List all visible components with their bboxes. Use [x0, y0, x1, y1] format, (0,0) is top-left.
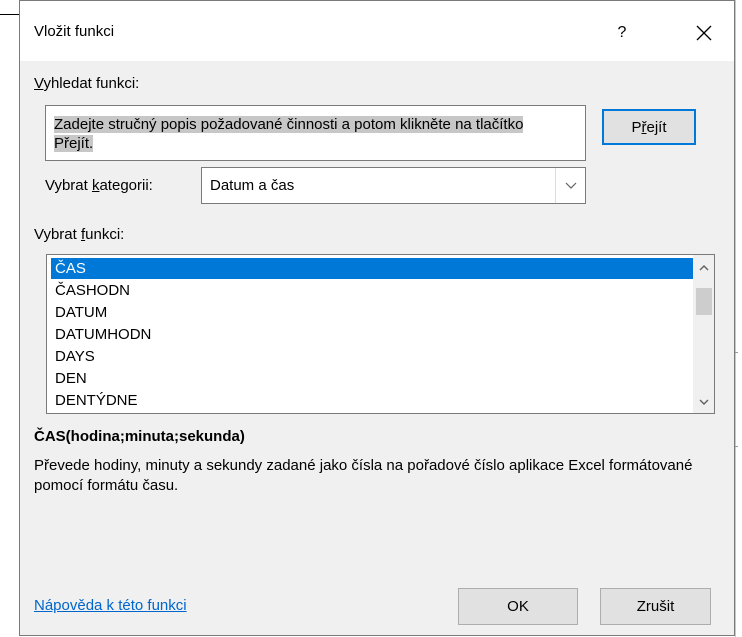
category-selected-value: Datum a čas [210, 177, 295, 194]
search-function-label: Vyhledat funkci: [34, 75, 140, 92]
title-bar: Vložit funkci ? [20, 1, 734, 61]
ok-button[interactable]: OK [458, 588, 578, 625]
list-item[interactable]: DEN [51, 368, 696, 389]
chevron-down-icon [699, 399, 708, 405]
function-description: Převede hodiny, minuty a sekundy zadané … [34, 457, 693, 494]
question-mark-icon: ? [617, 24, 627, 41]
go-button[interactable]: Přejít [602, 109, 696, 145]
function-listbox[interactable]: ČAS ČASHODN DATUM DATUMHODN DAYS DEN DEN… [46, 254, 715, 414]
dialog-title: Vložit funkci [34, 23, 115, 40]
insert-function-dialog: Vložit funkci ? Vyhledat funkci: Zadejte… [19, 0, 735, 636]
cancel-button-label: Zrušit [636, 598, 675, 615]
chevron-down-icon [565, 182, 576, 189]
help-button[interactable]: ? [600, 15, 644, 51]
search-function-text: Zadejte stručný popis požadované činnost… [54, 116, 524, 152]
list-item[interactable]: DATUMHODN [51, 324, 696, 345]
close-button[interactable] [682, 15, 726, 51]
category-select[interactable]: Datum a čas [201, 167, 586, 204]
function-list-scrollbar[interactable] [693, 255, 714, 413]
ok-button-label: OK [507, 598, 529, 615]
search-function-input[interactable]: Zadejte stručný popis požadované činnost… [45, 105, 586, 161]
scroll-thumb[interactable] [696, 288, 712, 315]
chevron-up-icon [699, 265, 708, 271]
list-item[interactable]: ČASHODN [51, 280, 696, 301]
list-item[interactable]: DENTÝDNE [51, 390, 696, 411]
cancel-button[interactable]: Zrušit [600, 588, 711, 625]
list-item[interactable]: DAYS [51, 346, 696, 367]
close-icon [696, 25, 712, 41]
function-list-label: Vybrat funkci: [34, 226, 125, 243]
list-item[interactable]: DATUM [51, 302, 696, 323]
background-sheet-gridline [735, 0, 736, 637]
list-item[interactable]: ČAS [51, 258, 696, 279]
function-signature: ČAS(hodina;minuta;sekunda) [34, 428, 245, 445]
scroll-up-button[interactable] [693, 257, 714, 278]
function-help-link[interactable]: Nápověda k této funkci [34, 597, 187, 614]
category-dropdown-button[interactable] [555, 168, 585, 203]
scroll-down-button[interactable] [693, 392, 714, 413]
go-button-label: Přejít [631, 118, 667, 136]
category-label: Vybrat kategorii: [45, 177, 153, 194]
background-sheet-line [0, 14, 20, 15]
